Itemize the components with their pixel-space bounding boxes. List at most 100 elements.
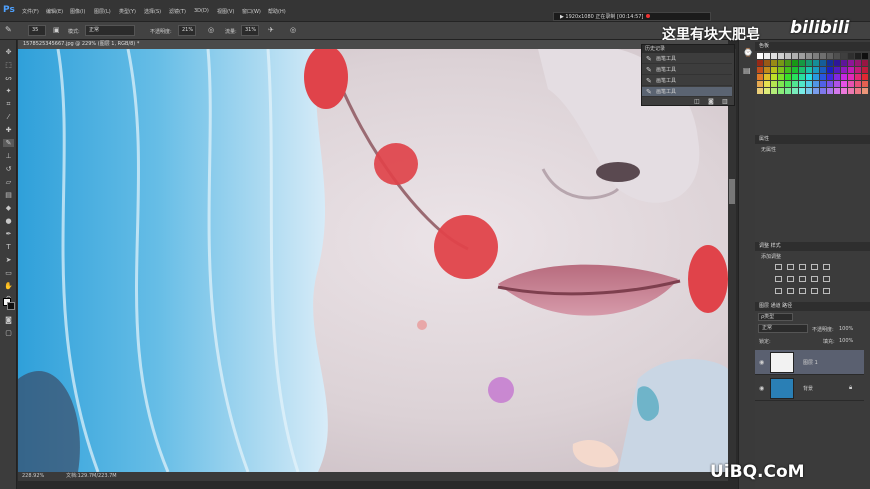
color-swatch[interactable] [848,53,854,59]
menu-select[interactable]: 选择(S) [144,8,161,15]
brush-tool-active-icon[interactable]: ✎ [3,139,14,147]
menu-image[interactable]: 图像(I) [70,8,85,15]
color-swatch[interactable] [820,88,826,94]
flow-input[interactable]: 31% [241,25,259,36]
color-swatch[interactable] [799,81,805,87]
color-swatch[interactable] [834,74,840,80]
color-swatch[interactable] [806,88,812,94]
layer-row-selected[interactable]: ◉ 图层 1 [755,350,864,375]
threshold-icon[interactable] [799,288,806,294]
color-swatch[interactable] [757,74,763,80]
shape-tool-icon[interactable]: ▭ [3,269,14,277]
color-swatch[interactable] [799,53,805,59]
gradient-map-icon[interactable] [811,288,818,294]
hand-tool-icon[interactable]: ✋ [3,282,14,290]
color-swatch[interactable] [813,74,819,80]
history-panel-header[interactable]: 历史记录 [642,45,734,53]
color-swatch[interactable] [841,60,847,66]
color-swatch[interactable] [764,74,770,80]
gradient-tool-icon[interactable]: ▤ [3,191,14,199]
color-swatch[interactable] [820,53,826,59]
color-swatch[interactable] [792,67,798,73]
mode-select[interactable]: 正常 [85,25,135,36]
history-item-selected[interactable]: ✎ 画笔工具 [642,87,732,97]
screen-mode-icon[interactable]: ▢ [3,329,14,337]
color-swatch[interactable] [841,67,847,73]
color-swatch[interactable] [757,53,763,59]
blend-mode-select[interactable]: 正常 [758,324,808,333]
color-swatch[interactable] [806,81,812,87]
color-balance-icon[interactable] [787,276,794,282]
zoom-level[interactable]: 228.92% [22,472,44,481]
history-brush-tool-icon[interactable]: ↺ [3,165,14,173]
document-tab[interactable]: 1578525345667.jpg @ 229% (图层 1, RGB/8) * [18,40,728,49]
color-swatch[interactable] [785,53,791,59]
color-swatch[interactable] [855,81,861,87]
color-swatch[interactable] [778,53,784,59]
color-swatch[interactable] [813,67,819,73]
color-swatch[interactable] [848,67,854,73]
color-swatch[interactable] [834,67,840,73]
history-item[interactable]: ✎ 画笔工具 [642,65,732,75]
menu-view[interactable]: 视图(V) [217,8,234,15]
photo-filter-icon[interactable] [811,276,818,282]
stamp-tool-icon[interactable]: ⊥ [3,152,14,160]
color-swatch[interactable] [764,53,770,59]
layer-opacity-value[interactable]: 100% [839,326,853,332]
color-swatch[interactable] [827,81,833,87]
color-swatch[interactable] [820,67,826,73]
color-swatch[interactable] [862,60,868,66]
color-swatch[interactable] [862,53,868,59]
color-swatch[interactable] [799,67,805,73]
color-swatch[interactable] [785,67,791,73]
pressure-opacity-icon[interactable]: ◎ [208,26,214,34]
color-swatch[interactable] [764,88,770,94]
color-swatch[interactable] [855,74,861,80]
color-swatch[interactable] [841,53,847,59]
selective-color-icon[interactable] [823,288,830,294]
new-snapshot-icon[interactable]: ◫ [694,98,700,105]
brightness-icon[interactable] [775,264,782,270]
color-swatch[interactable] [778,74,784,80]
color-swatch[interactable] [764,60,770,66]
hue-icon[interactable] [775,276,782,282]
camera-icon[interactable]: ◙ [708,98,714,105]
menu-file[interactable]: 文件(F) [22,8,39,15]
layer-name[interactable]: 图层 1 [803,359,818,366]
color-swatch[interactable] [820,81,826,87]
color-swatch[interactable] [771,67,777,73]
color-swatch[interactable] [820,74,826,80]
blur-tool-icon[interactable]: ◆ [3,204,14,212]
pen-tool-icon[interactable]: ✒ [3,230,14,238]
crop-tool-icon[interactable]: ⌗ [3,100,14,108]
menu-filter[interactable]: 滤镜(T) [169,8,186,15]
color-swatch[interactable] [827,74,833,80]
color-swatch[interactable] [806,53,812,59]
color-swatch[interactable] [785,60,791,66]
color-swatch[interactable] [757,60,763,66]
brush-panel-icon[interactable]: ▣ [53,26,60,34]
color-swatch[interactable] [848,60,854,66]
eraser-tool-icon[interactable]: ▱ [3,178,14,186]
visibility-eye-icon[interactable]: ◉ [759,385,764,392]
color-swatch[interactable] [757,88,763,94]
history-item[interactable]: ✎ 画笔工具 [642,54,732,64]
type-tool-icon[interactable]: T [3,243,14,251]
marquee-tool-icon[interactable]: ⬚ [3,61,14,69]
visibility-eye-icon[interactable]: ◉ [759,359,764,366]
pressure-size-icon[interactable]: ◎ [290,26,296,34]
color-swatch[interactable] [792,81,798,87]
move-tool-icon[interactable]: ✥ [3,48,14,56]
brush-panel-icon[interactable]: ▤ [743,66,751,75]
color-swatch[interactable] [757,67,763,73]
color-swatch[interactable] [813,81,819,87]
color-swatch[interactable] [785,88,791,94]
swatches-grid[interactable] [757,53,869,95]
color-swatch[interactable] [792,74,798,80]
color-swatch[interactable] [764,67,770,73]
color-swatch[interactable] [841,74,847,80]
color-swatch[interactable] [862,67,868,73]
trash-icon[interactable]: ▥ [722,98,728,105]
posterize-icon[interactable] [787,288,794,294]
color-swatch[interactable] [855,60,861,66]
